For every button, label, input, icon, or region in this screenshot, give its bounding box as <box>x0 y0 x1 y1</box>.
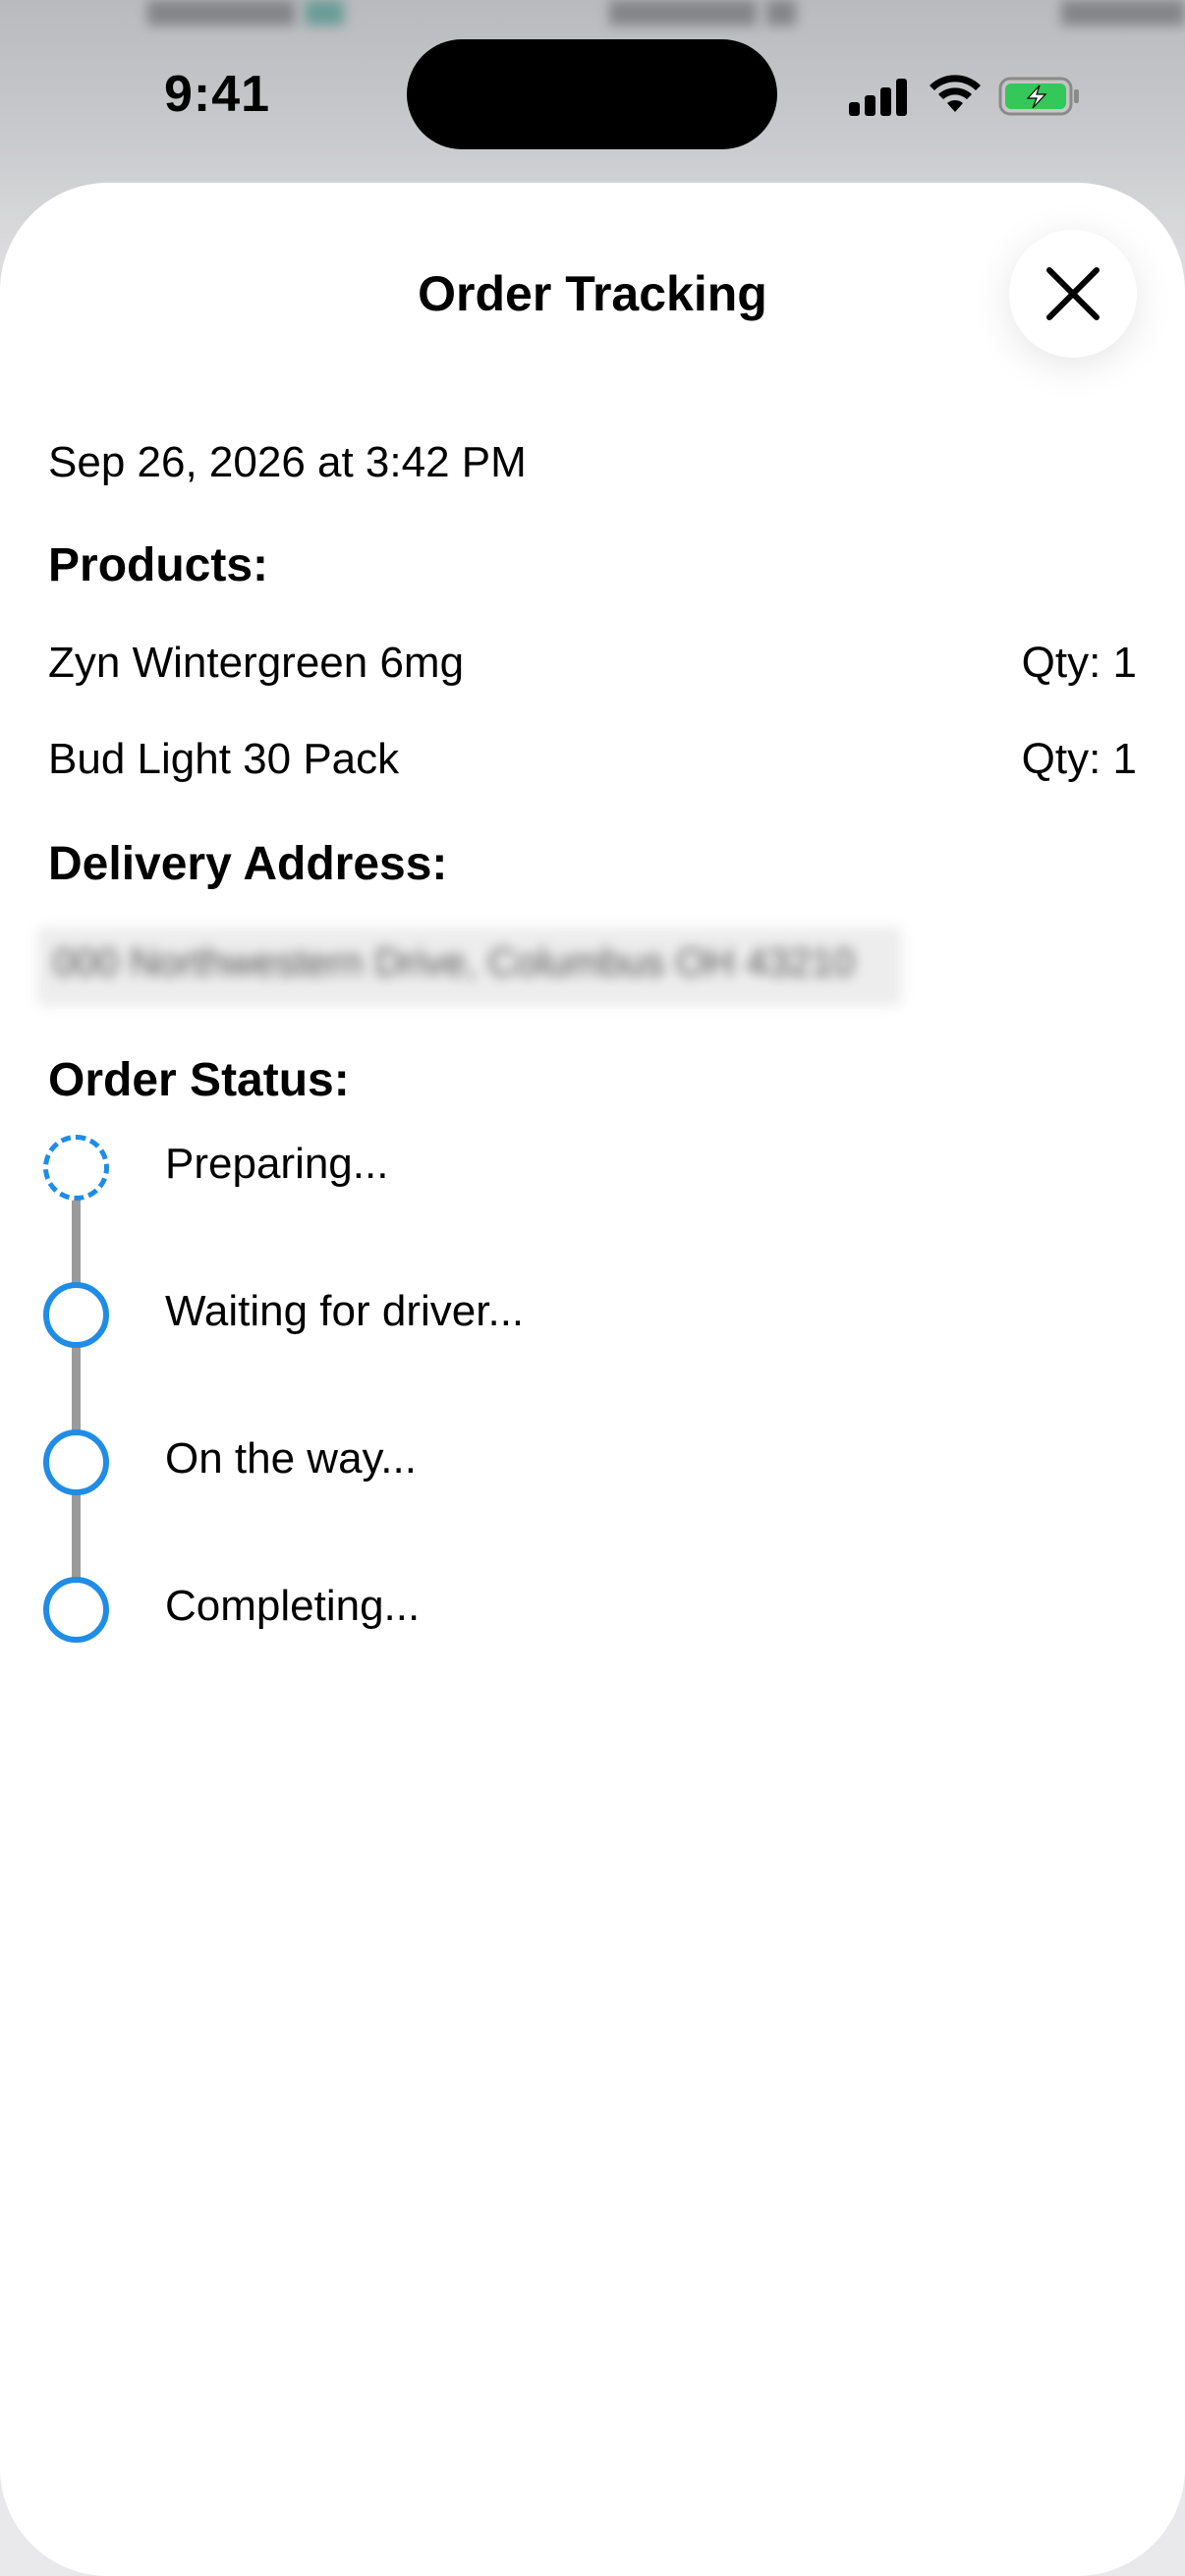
status-step-label: Waiting for driver... <box>165 1287 525 1335</box>
product-qty: Qty: 1 <box>1021 735 1137 783</box>
wifi-icon <box>930 75 981 112</box>
status-step-label: On the way... <box>165 1434 417 1483</box>
delivery-address-heading: Delivery Address: <box>48 838 448 890</box>
delivery-address-text: 000 Northwestern Drive, Columbus OH 4321… <box>53 941 855 984</box>
close-button[interactable] <box>1009 230 1137 358</box>
product-name: Zyn Wintergreen 6mg <box>48 639 465 687</box>
status-step-indicator-waiting <box>43 1282 109 1348</box>
status-step-indicator-preparing <box>43 1135 109 1201</box>
status-step-label: Completing... <box>165 1582 421 1630</box>
product-row: Zyn Wintergreen 6mg Qty: 1 <box>48 639 1137 698</box>
status-time: 9:41 <box>164 66 271 123</box>
cellular-signal-icon <box>849 79 908 116</box>
battery-charging-icon <box>998 77 1079 116</box>
status-bar: 9:41 <box>0 0 1185 187</box>
dynamic-island <box>407 39 777 149</box>
product-name: Bud Light 30 Pack <box>48 735 400 783</box>
product-row: Bud Light 30 Pack Qty: 1 <box>48 735 1137 794</box>
status-step-indicator-on-the-way <box>43 1429 109 1495</box>
status-step-indicator-completing <box>43 1577 109 1643</box>
close-icon <box>1046 267 1100 320</box>
delivery-address-value: 000 Northwestern Drive, Columbus OH 4321… <box>37 927 902 1006</box>
product-qty: Qty: 1 <box>1021 639 1137 687</box>
order-status-heading: Order Status: <box>48 1054 350 1106</box>
order-date: Sep 26, 2026 at 3:42 PM <box>48 438 527 486</box>
status-timeline-line <box>72 1189 81 1611</box>
products-heading: Products: <box>48 539 269 591</box>
sheet-title: Order Tracking <box>418 266 767 321</box>
status-step-label: Preparing... <box>165 1140 389 1188</box>
